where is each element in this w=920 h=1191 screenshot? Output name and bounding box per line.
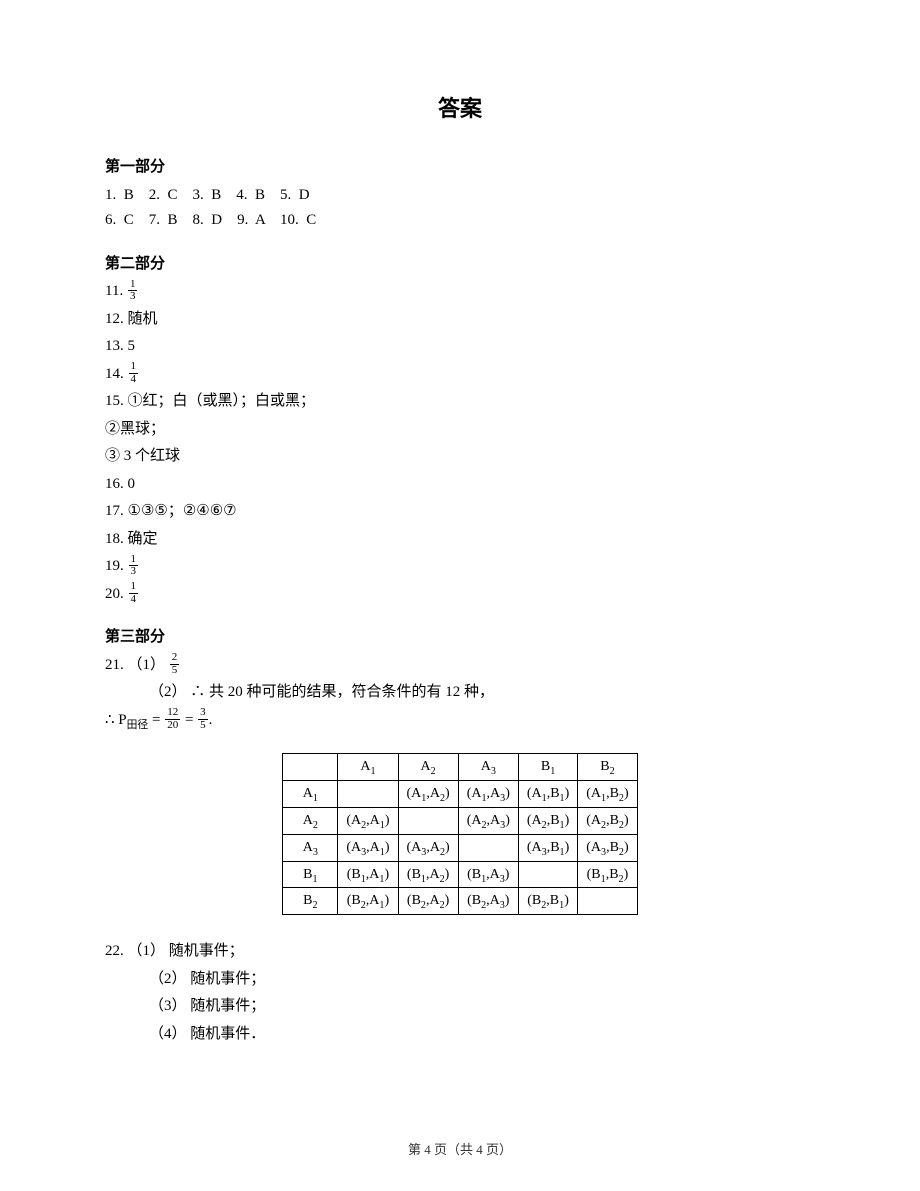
eq-mid1: = bbox=[148, 712, 164, 728]
table-header: B2 bbox=[578, 754, 637, 781]
answer-18: 18. 确定 bbox=[105, 527, 815, 553]
table-cell: (A1,B2) bbox=[578, 781, 637, 808]
part1-row2: 6. C 7. B 8. D 9. A 10. C bbox=[105, 208, 815, 234]
table-cell: (B2,B1) bbox=[518, 888, 577, 915]
table-header: A1 bbox=[338, 754, 398, 781]
answer-22-1: 22. （1） 随机事件； bbox=[105, 939, 815, 965]
answer-19-num: 19. bbox=[105, 558, 128, 574]
table-cell bbox=[398, 807, 458, 834]
table-header bbox=[283, 754, 338, 781]
page-footer: 第 4 页（共 4 页） bbox=[0, 1139, 920, 1161]
table-cell: (B1,A3) bbox=[458, 861, 518, 888]
footer-prefix: 第 bbox=[408, 1142, 424, 1157]
answer-14: 14. 1 4 bbox=[105, 362, 815, 388]
answer-20-num: 20. bbox=[105, 586, 128, 602]
answer-21-2: （2） ∴ 共 20 种可能的结果，符合条件的有 12 种， bbox=[149, 680, 815, 706]
combination-table-wrap: A1A2A3B1B2A1(A1,A2)(A1,A3)(A1,B1)(A1,B2)… bbox=[105, 753, 815, 915]
table-cell: (B1,B2) bbox=[578, 861, 637, 888]
table-cell: (A1,B1) bbox=[518, 781, 577, 808]
answer-15c: ③ 3 个红球 bbox=[105, 444, 815, 470]
answer-22-3: （3） 随机事件； bbox=[149, 994, 815, 1020]
table-row: A1 (A1,A2)(A1,A3)(A1,B1)(A1,B2) bbox=[283, 781, 637, 808]
page-title: 答案 bbox=[105, 90, 815, 127]
answer-19: 19. 1 3 bbox=[105, 554, 815, 580]
table-cell: A1 bbox=[283, 781, 338, 808]
table-cell: (B1,A1) bbox=[338, 861, 398, 888]
table-row: A2(A2,A1) (A2,A3)(A2,B1)(A2,B2) bbox=[283, 807, 637, 834]
footer-mid: 页（共 bbox=[431, 1142, 477, 1157]
table-cell: (A2,B2) bbox=[578, 807, 637, 834]
footer-suffix: 页） bbox=[483, 1142, 512, 1157]
answer-14-num: 14. bbox=[105, 366, 128, 382]
table-row: A3(A3,A1)(A3,A2) (A3,B1)(A3,B2) bbox=[283, 834, 637, 861]
answer-22-2: （2） 随机事件； bbox=[149, 967, 815, 993]
answer-15b: ②黑球； bbox=[105, 417, 815, 443]
answer-11-num: 11. bbox=[105, 283, 127, 299]
answer-13: 13. 5 bbox=[105, 334, 815, 360]
fraction-icon: 35 bbox=[197, 707, 209, 731]
fraction-icon: 1 3 bbox=[128, 554, 140, 578]
table-cell: (A3,A1) bbox=[338, 834, 398, 861]
fraction-icon: 1 4 bbox=[128, 361, 140, 385]
answer-21-eq: ∴ P田径 = 1220 = 35. bbox=[105, 708, 815, 734]
table-cell: A2 bbox=[283, 807, 338, 834]
table-header: A2 bbox=[398, 754, 458, 781]
table-header: B1 bbox=[518, 754, 577, 781]
fraction-icon: 1 3 bbox=[127, 279, 139, 303]
answer-16: 16. 0 bbox=[105, 472, 815, 498]
table-cell: (A2,A3) bbox=[458, 807, 518, 834]
part3-heading: 第三部分 bbox=[105, 625, 815, 651]
eq-prefix: ∴ P bbox=[105, 712, 127, 728]
table-cell bbox=[578, 888, 637, 915]
answer-11: 11. 1 3 bbox=[105, 279, 815, 305]
eq-mid2: = bbox=[181, 712, 197, 728]
part1-row1: 1. B 2. C 3. B 4. B 5. D bbox=[105, 183, 815, 209]
table-row: B2(B2,A1)(B2,A2)(B2,A3)(B2,B1) bbox=[283, 888, 637, 915]
table-cell: (A3,A2) bbox=[398, 834, 458, 861]
answer-17: 17. ①③⑤；②④⑥⑦ bbox=[105, 499, 815, 525]
fraction-icon: 1220 bbox=[164, 707, 181, 731]
fraction-icon: 1 4 bbox=[128, 581, 140, 605]
answer-15a: 15. ①红；白（或黑）；白或黑； bbox=[105, 389, 815, 415]
eq-end: . bbox=[209, 712, 213, 728]
answer-21-1-prefix: 21. （1） bbox=[105, 657, 169, 673]
table-cell: (B2,A3) bbox=[458, 888, 518, 915]
table-cell: (A1,A3) bbox=[458, 781, 518, 808]
table-cell bbox=[518, 861, 577, 888]
table-cell: (A2,B1) bbox=[518, 807, 577, 834]
table-cell: (A3,B1) bbox=[518, 834, 577, 861]
answer-21-1: 21. （1） 2 5 bbox=[105, 653, 815, 679]
combination-table: A1A2A3B1B2A1(A1,A2)(A1,A3)(A1,B1)(A1,B2)… bbox=[282, 753, 637, 915]
table-header: A3 bbox=[458, 754, 518, 781]
table-cell: (A2,A1) bbox=[338, 807, 398, 834]
table-cell: (B2,A2) bbox=[398, 888, 458, 915]
eq-subscript: 田径 bbox=[127, 719, 149, 731]
part1-heading: 第一部分 bbox=[105, 155, 815, 181]
answer-12: 12. 随机 bbox=[105, 307, 815, 333]
table-cell bbox=[458, 834, 518, 861]
table-cell: (B1,A2) bbox=[398, 861, 458, 888]
table-cell: (A1,A2) bbox=[398, 781, 458, 808]
table-cell: B1 bbox=[283, 861, 338, 888]
table-cell: (A3,B2) bbox=[578, 834, 637, 861]
table-cell: (B2,A1) bbox=[338, 888, 398, 915]
fraction-icon: 2 5 bbox=[169, 652, 181, 676]
part2-heading: 第二部分 bbox=[105, 252, 815, 278]
table-cell bbox=[338, 781, 398, 808]
table-cell: B2 bbox=[283, 888, 338, 915]
table-row: B1(B1,A1)(B1,A2)(B1,A3) (B1,B2) bbox=[283, 861, 637, 888]
answer-22-4: （4） 随机事件． bbox=[149, 1022, 815, 1048]
table-cell: A3 bbox=[283, 834, 338, 861]
answer-20: 20. 1 4 bbox=[105, 582, 815, 608]
